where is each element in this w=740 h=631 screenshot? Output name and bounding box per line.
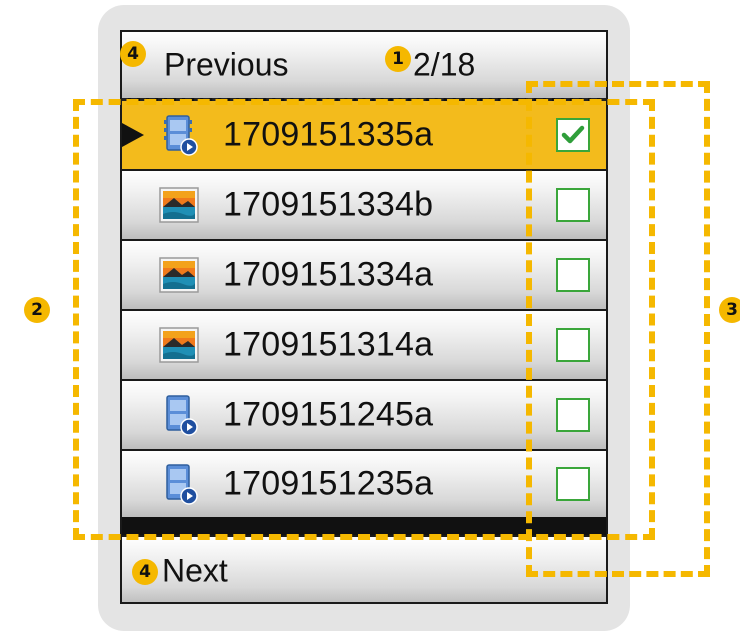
annotated-ui-figure: Previous 2/18 1709151335a 1709151334b 17…	[0, 0, 740, 631]
callout-badge-page: 1	[385, 46, 411, 72]
callout-badge-file-list: 2	[24, 297, 50, 323]
callout-badge-next: 4	[132, 559, 158, 585]
page-indicator: 2/18	[413, 46, 476, 83]
checkbox-column-highlight	[526, 81, 710, 577]
callout-badge-previous: 4	[120, 41, 146, 67]
next-label: Next	[162, 552, 228, 588]
callout-badge-checkbox-column: 3	[719, 297, 740, 323]
previous-label: Previous	[164, 46, 289, 83]
